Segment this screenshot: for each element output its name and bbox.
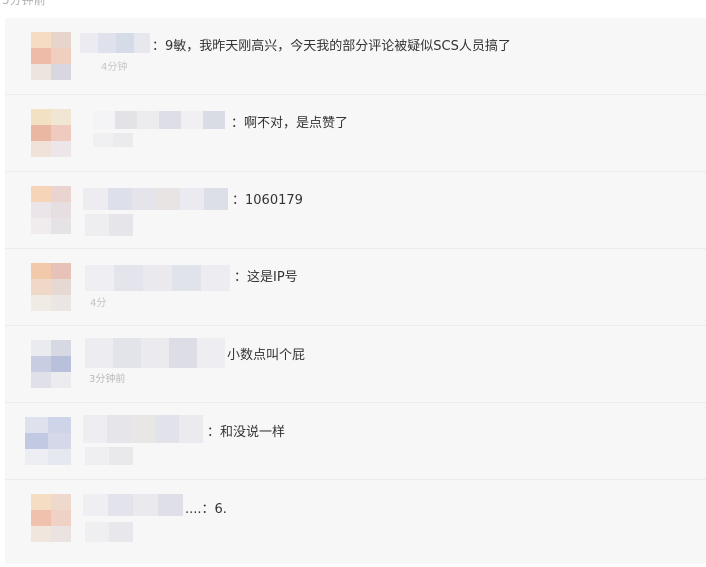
- username-redacted[interactable]: [85, 338, 225, 368]
- timestamp-redacted: [85, 214, 133, 236]
- username-redacted[interactable]: [83, 494, 183, 516]
- top-timestamp: 5分钟前: [2, 0, 46, 7]
- username-redacted[interactable]: [85, 265, 230, 291]
- username-redacted[interactable]: [83, 188, 228, 210]
- comment-text: ：这是IP号: [234, 270, 298, 285]
- username-redacted[interactable]: [93, 111, 225, 129]
- comment-text: ：9敏，我昨天刚高兴，今天我的部分评论被疑似SCS人员搞了: [152, 39, 511, 54]
- comment-time: 4分: [90, 298, 107, 309]
- comment-page: 5分钟前 ：9敏，我昨天刚高兴，今天我的部分评论被疑似SCS人员搞了 4分钟 ：…: [0, 0, 706, 567]
- comment-text: ：和没说一样: [207, 425, 286, 440]
- comment-row: ：这是IP号 4分: [5, 249, 706, 326]
- user-avatar[interactable]: [31, 186, 71, 234]
- comment-text: ....：6.: [185, 502, 227, 517]
- user-avatar[interactable]: [31, 109, 71, 157]
- user-avatar[interactable]: [31, 340, 71, 388]
- comment-row: ：和没说一样: [5, 403, 706, 480]
- user-avatar[interactable]: [31, 494, 71, 542]
- comment-text: 小数点叫个屁: [227, 348, 306, 363]
- user-avatar[interactable]: [25, 417, 71, 465]
- timestamp-redacted: [85, 522, 133, 542]
- user-avatar[interactable]: [31, 32, 71, 80]
- timestamp-redacted: [85, 447, 133, 465]
- comment-row: ：啊不对，是点赞了: [5, 95, 706, 172]
- comment-time: 3分钟前: [89, 374, 126, 385]
- user-avatar[interactable]: [31, 263, 71, 311]
- username-redacted[interactable]: [83, 415, 203, 443]
- username-redacted[interactable]: [80, 33, 150, 53]
- timestamp-redacted: [93, 133, 133, 147]
- comment-row: ：1060179: [5, 172, 706, 249]
- comment-row: ：9敏，我昨天刚高兴，今天我的部分评论被疑似SCS人员搞了 4分钟: [5, 18, 706, 95]
- comment-row: 小数点叫个屁 3分钟前: [5, 326, 706, 403]
- comment-text: ：啊不对，是点赞了: [231, 116, 349, 131]
- comment-text: ：1060179: [232, 193, 303, 208]
- comment-time: 4分钟: [101, 62, 128, 73]
- comment-row: ....：6.: [5, 480, 706, 557]
